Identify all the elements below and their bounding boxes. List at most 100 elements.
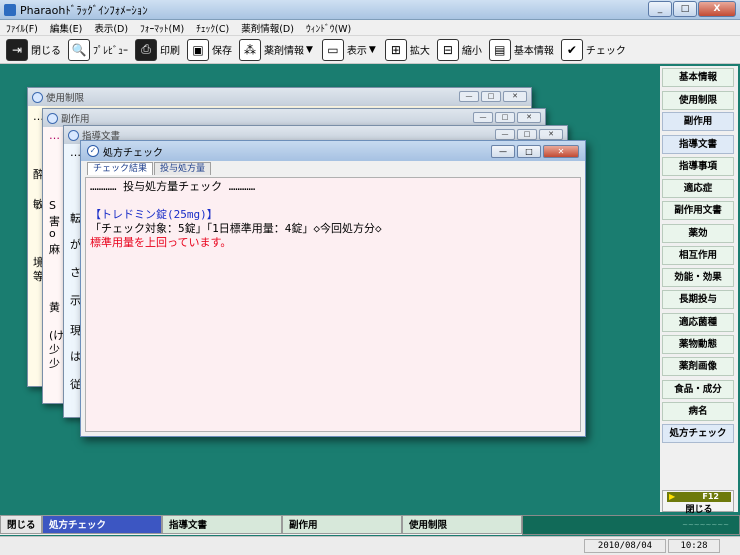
minimize-button[interactable]: _ — [648, 1, 672, 17]
window-title-bar[interactable]: 使用制限 — □ ✕ — [28, 88, 531, 106]
drug-info-button[interactable]: ⁂ 薬剤情報 ▼ — [239, 38, 315, 62]
decoration: ~~~~~~~~ — [682, 521, 729, 529]
task-usage-restriction[interactable]: 使用制限 — [402, 515, 522, 534]
nav-guidance-document[interactable]: 指導文書 — [662, 135, 734, 154]
window-title: 副作用 — [61, 114, 90, 125]
check-label: チェック — [585, 46, 626, 57]
peek-text: 少 — [49, 357, 60, 370]
close-button[interactable]: ✕ — [503, 91, 527, 102]
close-tool-button[interactable]: ⇥ 閉じる — [6, 38, 61, 62]
menu-check[interactable]: ﾁｪｯｸ(C) — [190, 21, 235, 35]
zoom-in-button[interactable]: ⊞ 拡大 — [384, 38, 430, 62]
window-title-bar[interactable]: ✓ 処方チェック — □ ✕ — [81, 141, 585, 161]
exit-icon: ⇥ — [6, 38, 28, 61]
save-button[interactable]: ▣ 保存 — [187, 38, 232, 62]
view-button[interactable]: ▭ 表示 ▼ — [321, 38, 378, 62]
minimize-button[interactable]: — — [495, 129, 515, 140]
id-card-icon: ▤ — [488, 38, 511, 61]
window-icon — [68, 129, 79, 141]
zoom-out-icon: ⊟ — [436, 38, 459, 61]
nav-guidance-items[interactable]: 指導事項 — [662, 157, 734, 176]
nav-close-button[interactable]: F12 ▶ 閉じる — [662, 490, 734, 515]
magnifier-icon: 🔍 — [68, 38, 90, 61]
menu-view[interactable]: 表示(D) — [88, 21, 134, 35]
nav-close-label: 閉じる — [685, 505, 713, 515]
window-icon — [32, 91, 43, 103]
status-bar: 2010/08/04 10:28 — [0, 536, 740, 555]
tab-dosage[interactable]: 投与処方量 — [154, 162, 212, 175]
maximize-button[interactable]: □ — [481, 91, 501, 102]
menu-file[interactable]: ﾌｧｲﾙ(F) — [0, 21, 44, 35]
nav-interactions[interactable]: 相互作用 — [662, 246, 734, 265]
taskbar-spacer: ~~~~~~~~ — [522, 515, 740, 535]
nav-usage-restriction[interactable]: 使用制限 — [662, 91, 734, 110]
menu-window[interactable]: ｳｨﾝﾄﾞｳ(W) — [300, 21, 357, 35]
basic-info-label: 基本情報 — [513, 46, 554, 57]
nav-basic-info[interactable]: 基本情報 — [662, 68, 734, 87]
nav-efficacy[interactable]: 薬効 — [662, 224, 734, 243]
save-label: 保存 — [212, 46, 232, 57]
nav-side-effects[interactable]: 副作用 — [662, 112, 734, 131]
nav-side-effect-doc[interactable]: 副作用文書 — [662, 201, 734, 220]
app-title-bar: Pharaohﾄﾞﾗｯｸﾞｲﾝﾌｫﾒｰｼｮﾝ _ □ X — [0, 0, 740, 20]
zoom-out-button[interactable]: ⊟ 縮小 — [436, 38, 482, 62]
menu-edit[interactable]: 編集(E) — [44, 21, 88, 35]
nav-bacteria[interactable]: 適応菌種 — [662, 313, 734, 332]
nav-long-term[interactable]: 長期投与 — [662, 290, 734, 309]
zoom-in-icon: ⊞ — [384, 38, 407, 61]
result-heading: ………… 投与処方量チェック ………… — [90, 180, 256, 193]
minimize-button[interactable]: — — [491, 145, 515, 158]
close-button[interactable]: ✕ — [539, 129, 563, 140]
check-icon: ✓ — [87, 145, 99, 157]
maximize-button[interactable]: □ — [517, 129, 537, 140]
nav-food-ingredients[interactable]: 食品・成分 — [662, 380, 734, 399]
maximize-button[interactable]: □ — [517, 145, 541, 158]
window-taskbar: 閉じる 処方チェック 指導文書 副作用 使用制限 ~~~~~~~~ — [0, 515, 740, 535]
window-prescription-check[interactable]: ✓ 処方チェック — □ ✕ チェック結果 投与処方量 ………… 投与処方量チェ… — [80, 140, 586, 437]
nav-disease[interactable]: 病名 — [662, 402, 734, 421]
warning-message: 標準用量を上回っています。 — [90, 236, 232, 249]
window-title: 処方チェック — [103, 147, 163, 159]
basic-info-button[interactable]: ▤ 基本情報 — [488, 38, 554, 62]
caption-buttons: _ □ X — [648, 1, 736, 17]
task-guidance-document[interactable]: 指導文書 — [162, 515, 282, 534]
checkmark-icon: ✔ — [560, 38, 583, 61]
drug-info-label: 薬剤情報 — [264, 46, 304, 57]
nav-drug-image[interactable]: 薬剤画像 — [662, 357, 734, 376]
zoom-in-label: 拡大 — [409, 46, 430, 57]
window-title: 使用制限 — [46, 93, 85, 104]
preview-label: ﾌﾟﾚﾋﾞｭｰ — [93, 46, 128, 57]
dropdown-arrow-icon[interactable]: ▼ — [306, 45, 313, 55]
task-side-effects[interactable]: 副作用 — [282, 515, 402, 534]
toolbar: ⇥ 閉じる 🔍 ﾌﾟﾚﾋﾞｭｰ ⎙ 印刷 ▣ 保存 ⁂ 薬剤情報 ▼ ▭ 表示 … — [0, 36, 740, 64]
check-result-content: ………… 投与処方量チェック ………… 【トレドミン錠(25mg)】 「チェック… — [85, 177, 581, 432]
task-prescription-check[interactable]: 処方チェック — [42, 515, 162, 534]
minimize-button[interactable]: — — [473, 112, 493, 123]
window-icon — [47, 112, 58, 124]
peek-text: S — [49, 199, 56, 212]
minimize-button[interactable]: — — [459, 91, 479, 102]
task-close[interactable]: 閉じる — [0, 515, 42, 534]
maximize-button[interactable]: □ — [673, 1, 697, 17]
nav-effects[interactable]: 効能・効果 — [662, 268, 734, 287]
tab-check-results[interactable]: チェック結果 — [87, 162, 154, 175]
status-time: 10:28 — [668, 539, 720, 553]
peek-text: 麻 — [49, 243, 60, 256]
printer-icon: ⎙ — [135, 38, 157, 61]
maximize-button[interactable]: □ — [495, 112, 515, 123]
close-button[interactable]: ✕ — [517, 112, 541, 123]
nav-prescription-check[interactable]: 処方チェック — [662, 424, 734, 443]
close-button[interactable]: ✕ — [543, 145, 579, 158]
close-tool-label: 閉じる — [31, 46, 61, 57]
view-label: 表示 — [346, 46, 367, 57]
menu-format[interactable]: ﾌｫｰﾏｯﾄ(M) — [134, 21, 190, 35]
preview-button[interactable]: 🔍 ﾌﾟﾚﾋﾞｭｰ — [68, 38, 128, 62]
dropdown-arrow-icon[interactable]: ▼ — [369, 45, 376, 55]
close-button[interactable]: X — [698, 1, 736, 17]
check-button[interactable]: ✔ チェック — [560, 38, 626, 62]
window-icon: ▭ — [321, 38, 344, 61]
nav-pharmacokinetics[interactable]: 薬物動態 — [662, 335, 734, 354]
print-button[interactable]: ⎙ 印刷 — [135, 38, 180, 62]
menu-drug-info[interactable]: 薬剤情報(D) — [235, 21, 300, 35]
nav-indications[interactable]: 適応症 — [662, 179, 734, 198]
